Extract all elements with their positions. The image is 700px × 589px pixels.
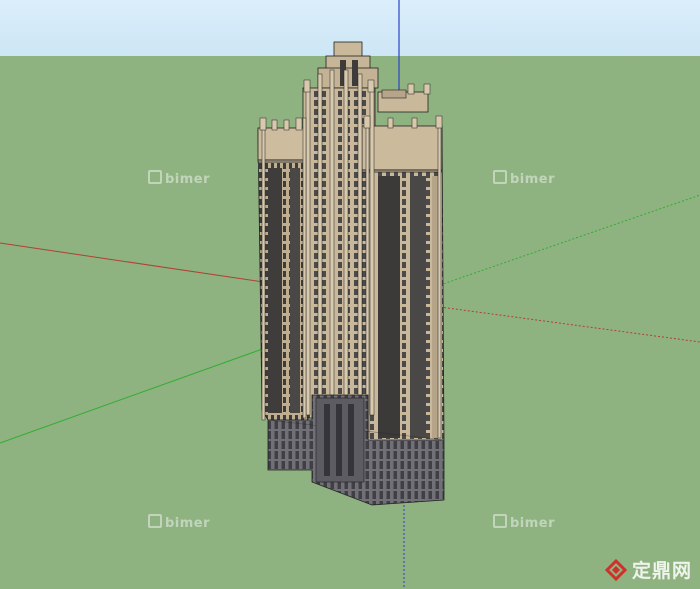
green-axis (0, 346, 269, 444)
brand-logo-icon (604, 558, 627, 581)
red-axis (0, 242, 271, 284)
brand-corner: 定鼎网 (604, 556, 692, 583)
building-model[interactable] (257, 41, 445, 506)
model-scene (0, 0, 700, 589)
watermark-bottom-right: bimer (493, 514, 555, 531)
green-axis-dashed (439, 194, 700, 286)
brand-text: 定鼎网 (631, 560, 692, 582)
watermark-bottom-left: bimer (148, 514, 210, 531)
red-axis-dashed (439, 306, 700, 343)
viewport-3d[interactable]: bimer bimer bimer bimer 定鼎网 (0, 0, 700, 589)
watermark-top-right: bimer (493, 170, 555, 187)
watermark-top-left: bimer (148, 170, 210, 187)
